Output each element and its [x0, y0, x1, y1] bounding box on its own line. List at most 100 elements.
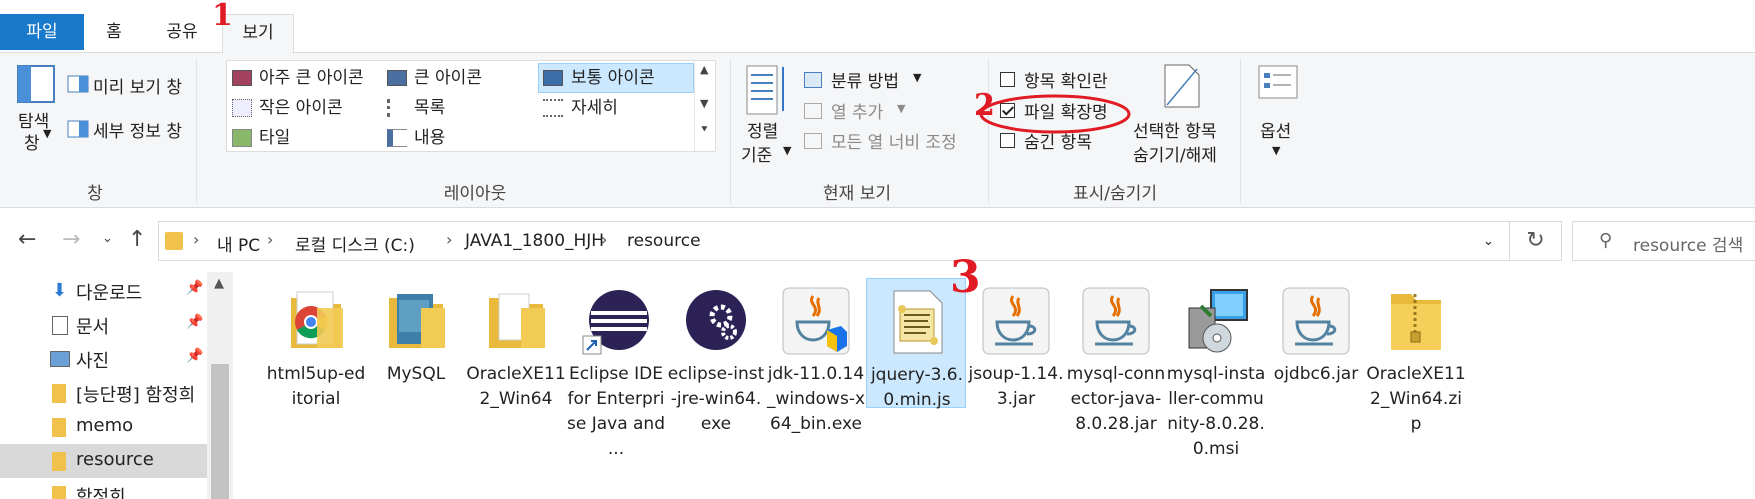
recent-locations-chevron-icon[interactable]: ⌄ — [102, 231, 113, 246]
breadcrumb-separator-icon[interactable]: › — [446, 230, 452, 249]
sidebar-item-documents[interactable]: 문서 📌 — [0, 308, 207, 342]
options-icon — [1258, 65, 1298, 99]
file-name: jsoup-1.14.3.jar — [968, 364, 1064, 409]
chrome-folder-icon — [291, 291, 343, 348]
pin-icon[interactable]: 📌 — [186, 280, 203, 296]
navigation-pane-icon — [17, 65, 55, 103]
sidebar-item-folder-1[interactable]: [능단평] 함정희 — [0, 376, 207, 410]
java-installer-icon — [782, 287, 850, 355]
layout-list[interactable]: 목록 — [414, 93, 445, 118]
layout-details[interactable]: 자세히 — [571, 93, 618, 118]
details-pane-button[interactable]: 세부 정보 창 — [93, 117, 182, 142]
sort-by-label-2[interactable]: 기준 — [741, 141, 772, 166]
folder-icon — [52, 384, 66, 403]
scroll-down-icon[interactable]: ▼ — [700, 97, 708, 110]
address-bar[interactable]: › 내 PC › 로컬 디스크 (C:) › JAVA1_1800_HJH › … — [158, 221, 1510, 261]
preview-pane-button[interactable]: 미리 보기 창 — [93, 73, 182, 98]
search-icon: ⚲ — [1599, 230, 1613, 251]
eclipse-installer-icon — [686, 290, 746, 350]
item-checkboxes-checkbox[interactable] — [1000, 72, 1015, 87]
eclipse-shortcut-icon — [582, 290, 649, 355]
layout-small-icons[interactable]: 작은 아이콘 — [259, 93, 343, 118]
tab-home[interactable]: 홈 — [92, 14, 136, 50]
hide-selected-icon — [1164, 64, 1200, 108]
annotation-circle — [979, 94, 1131, 134]
options-dropdown-icon[interactable]: ▼ — [1272, 144, 1280, 157]
sidebar-item-label: [능단평] 함정희 — [76, 385, 196, 406]
hide-selected-label-2[interactable]: 숨기기/해제 — [1133, 141, 1217, 166]
layout-gallery-scroll[interactable]: ▲ ▼ ⯆ — [694, 61, 715, 151]
layout-large-icons[interactable]: 큰 아이콘 — [414, 63, 482, 88]
scroll-up-icon[interactable]: ▲ — [214, 276, 224, 291]
group-separator — [730, 59, 731, 204]
hide-selected-label[interactable]: 선택한 항목 — [1133, 117, 1217, 142]
layout-extra-large-icons[interactable]: 아주 큰 아이콘 — [259, 63, 364, 88]
js-script-icon — [893, 290, 943, 354]
content-icon — [387, 129, 407, 147]
search-placeholder[interactable]: resource 검색 — [1633, 231, 1743, 256]
scrollbar-thumb[interactable] — [211, 364, 229, 499]
breadcrumb-resource[interactable]: resource — [627, 231, 701, 251]
refresh-icon[interactable]: ↻ — [1510, 221, 1562, 261]
preview-pane-icon — [67, 75, 89, 93]
up-arrow-icon[interactable]: ↑ — [128, 227, 146, 252]
hidden-items-checkbox[interactable] — [1000, 133, 1015, 148]
size-columns-icon — [804, 133, 822, 149]
gallery-expand-icon[interactable]: ⯆ — [700, 123, 709, 137]
sidebar-item-label: 문서 — [76, 317, 110, 338]
layout-content[interactable]: 내용 — [414, 123, 445, 148]
breadcrumb-separator-icon[interactable]: › — [267, 230, 273, 249]
group-by-dropdown-icon[interactable]: ▼ — [913, 71, 921, 84]
item-checkboxes-label: 항목 확인란 — [1024, 72, 1108, 92]
list-icon — [387, 99, 407, 117]
address-history-chevron-icon[interactable]: ⌄ — [1483, 234, 1494, 249]
sidebar-item-resource[interactable]: resource — [0, 444, 207, 478]
nav-pane-label-2[interactable]: 창 — [24, 129, 40, 154]
group-by-icon — [804, 72, 822, 88]
breadcrumb-separator-icon[interactable]: › — [193, 230, 199, 249]
group-by-button[interactable]: 분류 방법 — [831, 67, 899, 92]
sidebar-item-pictures[interactable]: 사진 📌 — [0, 342, 207, 376]
nav-pane-dropdown-icon[interactable]: ▼ — [43, 127, 51, 140]
download-arrow-icon: ⬇ — [52, 280, 68, 301]
breadcrumb-this-pc[interactable]: 내 PC — [217, 231, 260, 256]
layout-tiles[interactable]: 타일 — [259, 123, 290, 148]
file-name: mysql-installer-community-8.0.28.0.msi — [1166, 364, 1266, 459]
back-arrow-icon[interactable]: ← — [18, 227, 36, 252]
forward-arrow-icon[interactable]: → — [62, 227, 80, 252]
add-columns-button[interactable]: 열 추가 — [831, 98, 883, 123]
folder-icon — [52, 486, 66, 499]
tiles-icon — [232, 129, 252, 147]
breadcrumb-separator-icon[interactable]: › — [601, 230, 607, 249]
pin-icon[interactable]: 📌 — [186, 314, 203, 330]
layout-medium-icons[interactable]: 보통 아이콘 — [571, 63, 655, 88]
scroll-up-icon[interactable]: ▲ — [700, 63, 708, 76]
file-name: ojdbc6.jar — [1273, 364, 1359, 384]
pictures-icon — [50, 351, 70, 367]
add-columns-icon — [804, 103, 822, 119]
breadcrumb-java-folder[interactable]: JAVA1_1800_HJH — [465, 231, 604, 251]
sort-dropdown-icon[interactable]: ▼ — [783, 144, 791, 157]
pin-icon[interactable]: 📌 — [186, 348, 203, 364]
navigation-bar: ← → ⌄ ↑ › 내 PC › 로컬 디스크 (C:) › JAVA1_180… — [0, 209, 1755, 272]
annotation-1: 1 — [212, 0, 233, 33]
options-button[interactable]: 옵션 — [1260, 117, 1291, 142]
java-jar-icon — [1082, 287, 1150, 355]
tab-share[interactable]: 공유 — [158, 14, 206, 50]
sidebar-item-memo[interactable]: memo — [0, 410, 207, 444]
large-icons-icon — [387, 70, 407, 86]
file-name: html5up-editorial — [266, 364, 366, 409]
details-icon — [543, 99, 563, 117]
sort-by-label[interactable]: 정렬 — [747, 117, 778, 142]
add-columns-dropdown-icon[interactable]: ▼ — [897, 102, 905, 115]
file-name: eclipse-inst-jre-win64.exe — [667, 364, 765, 434]
search-box[interactable]: ⚲ resource 검색 — [1572, 221, 1755, 261]
zip-folder-icon — [1391, 294, 1441, 350]
breadcrumb-local-disk[interactable]: 로컬 디스크 (C:) — [295, 231, 415, 256]
sidebar-item-downloads[interactable]: ⬇ 다운로드 📌 — [0, 274, 207, 308]
sidebar-item-folder-2[interactable]: 함정희 — [0, 478, 207, 499]
file-name: jquery-3.6.0.min.js — [870, 365, 964, 410]
tab-file[interactable]: 파일 — [0, 14, 84, 50]
size-all-columns-button[interactable]: 모든 열 너비 조정 — [831, 128, 957, 153]
sidebar-scrollbar[interactable]: ▲ — [207, 272, 233, 499]
